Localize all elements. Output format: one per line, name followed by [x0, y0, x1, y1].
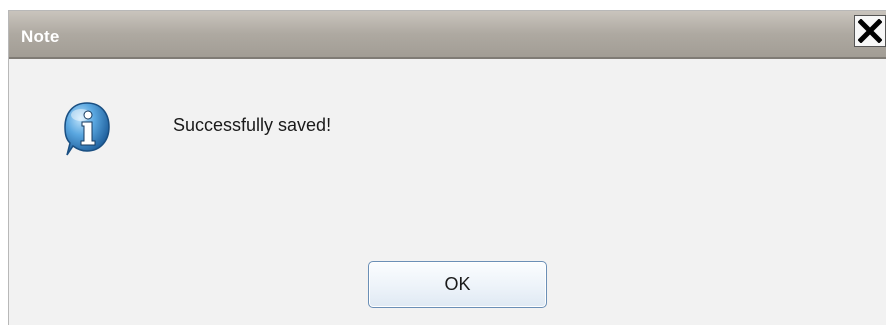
dialog-title: Note — [21, 27, 60, 46]
ok-button[interactable]: OK — [368, 261, 547, 308]
title-bar: Note — [9, 11, 886, 59]
close-button[interactable] — [854, 15, 886, 47]
note-dialog: Note Successfully saved! OK — [8, 10, 886, 325]
info-icon — [63, 101, 111, 157]
close-icon — [858, 19, 882, 43]
status-message: Successfully saved! — [173, 115, 332, 135]
